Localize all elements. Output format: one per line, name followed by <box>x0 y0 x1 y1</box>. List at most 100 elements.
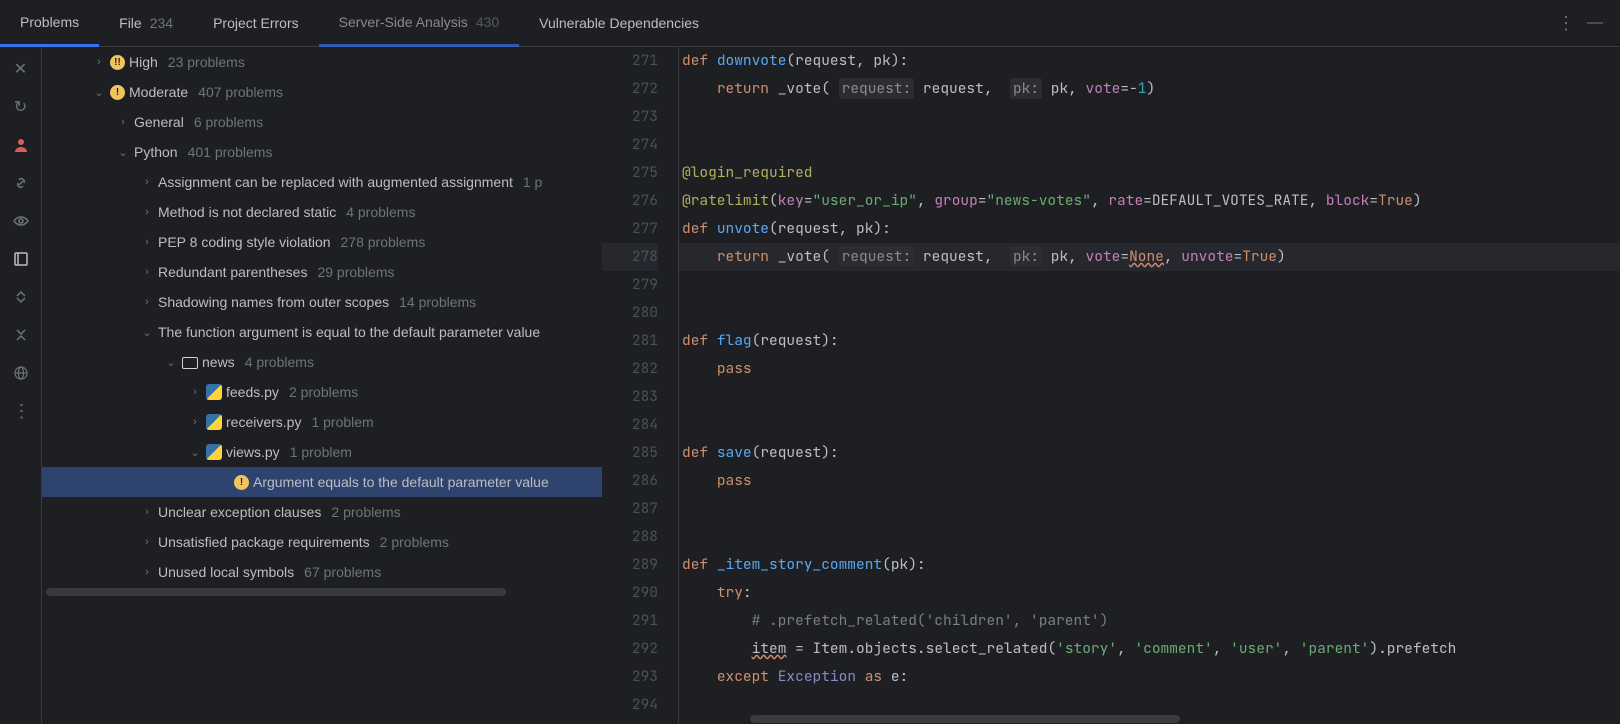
tree-issue-selected[interactable]: ! Argument equals to the default paramet… <box>42 467 602 497</box>
chevron-down-icon[interactable]: ⌄ <box>188 446 202 459</box>
line-number: 289 <box>602 551 658 579</box>
tree-inspection[interactable]: › Shadowing names from outer scopes14 pr… <box>42 287 602 317</box>
tab-bar: Problems File 234 Project Errors Server-… <box>0 0 1620 47</box>
chevron-right-icon[interactable]: › <box>140 266 154 278</box>
globe-icon[interactable] <box>11 363 31 383</box>
code-line: # .prefetch_related('children', 'parent'… <box>678 607 1620 635</box>
chevron-down-icon[interactable]: ⌄ <box>140 326 154 339</box>
line-number: 275 <box>602 159 658 187</box>
line-number: 273 <box>602 103 658 131</box>
line-number: 292 <box>602 635 658 663</box>
code-line: def unvote(request, pk): <box>678 215 1620 243</box>
chevron-right-icon[interactable]: › <box>140 206 154 218</box>
chevron-right-icon[interactable]: › <box>140 566 154 578</box>
code-line <box>678 299 1620 327</box>
line-number: 285 <box>602 439 658 467</box>
chevron-right-icon[interactable]: › <box>92 56 106 68</box>
tree-moderate[interactable]: ⌄! Moderate407 problems <box>42 77 602 107</box>
line-number: 291 <box>602 607 658 635</box>
line-gutter: 2712722732742752762772782792802812822832… <box>602 47 678 724</box>
chevron-down-icon[interactable]: ⌄ <box>92 86 106 99</box>
chevron-down-icon[interactable]: ⌄ <box>164 356 178 369</box>
code-line: def downvote(request, pk): <box>678 47 1620 75</box>
line-number: 286 <box>602 467 658 495</box>
python-file-icon <box>206 444 222 460</box>
chevron-right-icon[interactable]: › <box>140 536 154 548</box>
tree-file-feeds[interactable]: › feeds.py2 problems <box>42 377 602 407</box>
eye-icon[interactable] <box>11 211 31 231</box>
tree-inspection[interactable]: › Assignment can be replaced with augmen… <box>42 167 602 197</box>
line-number: 290 <box>602 579 658 607</box>
tab-project-errors[interactable]: Project Errors <box>193 0 319 47</box>
line-number: 293 <box>602 663 658 691</box>
expand-all-icon[interactable] <box>11 287 31 307</box>
tree-inspection[interactable]: ⌄ The function argument is equal to the … <box>42 317 602 347</box>
code-line <box>678 383 1620 411</box>
chevron-right-icon[interactable]: › <box>116 116 130 128</box>
line-number: 277 <box>602 215 658 243</box>
user-icon[interactable] <box>11 135 31 155</box>
chevron-right-icon[interactable]: › <box>188 386 202 398</box>
severity-icon: ! <box>110 85 125 100</box>
code-line: @login_required <box>678 159 1620 187</box>
chevron-right-icon[interactable]: › <box>188 416 202 428</box>
code-line <box>678 411 1620 439</box>
link-icon[interactable] <box>11 173 31 193</box>
tree-high[interactable]: ›!! High23 problems <box>42 47 602 77</box>
warning-icon: ! <box>234 475 249 490</box>
tree-folder-news[interactable]: ⌄ news4 problems <box>42 347 602 377</box>
code-line <box>678 495 1620 523</box>
code-line <box>678 103 1620 131</box>
code-line: except Exception as e: <box>678 663 1620 691</box>
more-icon[interactable]: ⋮ <box>1554 12 1576 34</box>
chevron-down-icon[interactable]: ⌄ <box>116 146 130 159</box>
chevron-right-icon[interactable]: › <box>140 236 154 248</box>
tree-inspection[interactable]: › Unsatisfied package requirements2 prob… <box>42 527 602 557</box>
tab-file[interactable]: File 234 <box>99 0 193 47</box>
scrollbar-horizontal[interactable] <box>42 587 602 597</box>
code-line: pass <box>678 355 1620 383</box>
tree-inspection[interactable]: › Unclear exception clauses2 problems <box>42 497 602 527</box>
line-number: 274 <box>602 131 658 159</box>
tab-label: Problems <box>20 14 79 30</box>
tab-server-side[interactable]: Server-Side Analysis 430 <box>319 0 520 47</box>
line-number: 272 <box>602 75 658 103</box>
tree-file-views[interactable]: ⌄ views.py1 problem <box>42 437 602 467</box>
book-icon[interactable] <box>11 249 31 269</box>
tree-python[interactable]: ⌄ Python401 problems <box>42 137 602 167</box>
line-number: 271 <box>602 47 658 75</box>
chevron-right-icon[interactable]: › <box>140 506 154 518</box>
refresh-icon[interactable]: ↻ <box>11 97 31 117</box>
code-line: try: <box>678 579 1620 607</box>
minimize-icon[interactable]: — <box>1584 12 1606 34</box>
code-line: def _item_story_comment(pk): <box>678 551 1620 579</box>
code-line: pass <box>678 467 1620 495</box>
line-number: 294 <box>602 691 658 719</box>
editor-scrollbar-horizontal[interactable] <box>680 714 1604 724</box>
folder-icon <box>182 355 198 369</box>
collapse-all-icon[interactable] <box>11 325 31 345</box>
tab-vulnerable-deps[interactable]: Vulnerable Dependencies <box>519 0 719 47</box>
line-number: 287 <box>602 495 658 523</box>
line-number: 283 <box>602 383 658 411</box>
code-editor: 2712722732742752762772782792802812822832… <box>602 47 1620 724</box>
severity-icon: !! <box>110 55 125 70</box>
close-icon[interactable]: ✕ <box>11 59 31 79</box>
tree-general[interactable]: › General6 problems <box>42 107 602 137</box>
tree-inspection[interactable]: › PEP 8 coding style violation278 proble… <box>42 227 602 257</box>
code-area[interactable]: def downvote(request, pk): return _vote(… <box>678 47 1620 724</box>
tree-inspection[interactable]: › Redundant parentheses29 problems <box>42 257 602 287</box>
tree-file-receivers[interactable]: › receivers.py1 problem <box>42 407 602 437</box>
tab-problems[interactable]: Problems <box>0 0 99 47</box>
left-toolbar: ✕ ↻ ⋮ <box>0 47 42 724</box>
more-vert-icon[interactable]: ⋮ <box>11 401 31 421</box>
code-line: return _vote( request: request, pk: pk, … <box>678 243 1620 271</box>
line-number: 279 <box>602 271 658 299</box>
chevron-right-icon[interactable]: › <box>140 176 154 188</box>
tab-label: Project Errors <box>213 15 299 31</box>
line-number: 284 <box>602 411 658 439</box>
tree-inspection[interactable]: › Method is not declared static4 problem… <box>42 197 602 227</box>
chevron-right-icon[interactable]: › <box>140 296 154 308</box>
tree-inspection[interactable]: › Unused local symbols67 problems <box>42 557 602 587</box>
line-number: 282 <box>602 355 658 383</box>
